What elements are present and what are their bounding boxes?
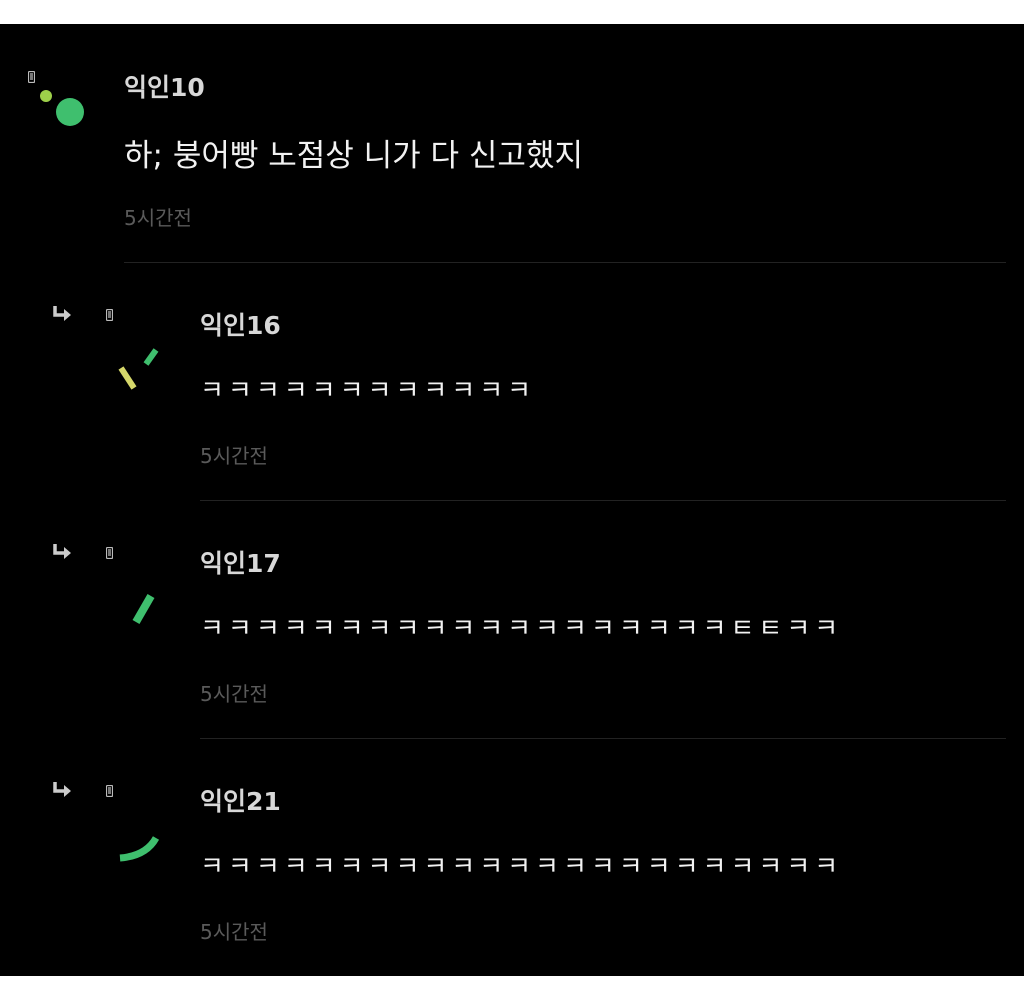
green-dash-avatar-icon — [118, 562, 168, 632]
phone-icon — [105, 782, 114, 798]
comment-time: 5시간전 — [200, 920, 268, 944]
phone-icon — [105, 306, 114, 322]
reply-arrow-icon — [52, 780, 74, 800]
comment-time: 5시간전 — [200, 444, 268, 468]
divider — [200, 500, 1006, 501]
comment-item: 익인10 하; 붕어빵 노점상 니가 다 신고했지 5시간전 — [0, 24, 1024, 264]
comment-author[interactable]: 익인21 — [200, 782, 281, 818]
reply-arrow-icon — [52, 542, 74, 562]
reply-item: 익인16 ㅋㅋㅋㅋㅋㅋㅋㅋㅋㅋㅋㅋ 5시간전 — [0, 264, 1024, 502]
comment-time: 5시간전 — [124, 206, 192, 230]
comment-text: 하; 붕어빵 노점상 니가 다 신고했지 — [124, 138, 583, 174]
reply-item: 익인21 ㅋㅋㅋㅋㅋㅋㅋㅋㅋㅋㅋㅋㅋㅋㅋㅋㅋㅋㅋㅋㅋㅋㅋ 5시간전 — [0, 740, 1024, 976]
phone-icon — [27, 68, 36, 84]
comment-author[interactable]: 익인10 — [124, 68, 205, 104]
reply-arrow-icon — [52, 304, 74, 324]
phone-icon — [105, 544, 114, 560]
divider — [124, 262, 1006, 263]
comment-text: ㅋㅋㅋㅋㅋㅋㅋㅋㅋㅋㅋㅋㅋㅋㅋㅋㅋㅋㅋㅋㅋㅋㅋ — [200, 852, 843, 882]
comment-author[interactable]: 익인16 — [200, 306, 281, 342]
green-dots-avatar-icon — [36, 86, 88, 130]
divider — [200, 738, 1006, 739]
green-yellow-dashes-avatar-icon — [112, 324, 164, 394]
comment-text: ㅋㅋㅋㅋㅋㅋㅋㅋㅋㅋㅋㅋㅋㅋㅋㅋㅋㅋㅋㅌㅌㅋㅋ — [200, 614, 843, 644]
comment-thread: 익인10 하; 붕어빵 노점상 니가 다 신고했지 5시간전 익인16 ㅋㅋㅋㅋ… — [0, 24, 1024, 976]
green-arc-avatar-icon — [112, 798, 168, 868]
comment-author[interactable]: 익인17 — [200, 544, 281, 580]
comment-text: ㅋㅋㅋㅋㅋㅋㅋㅋㅋㅋㅋㅋ — [200, 376, 536, 406]
comment-time: 5시간전 — [200, 682, 268, 706]
reply-item: 익인17 ㅋㅋㅋㅋㅋㅋㅋㅋㅋㅋㅋㅋㅋㅋㅋㅋㅋㅋㅋㅌㅌㅋㅋ 5시간전 — [0, 502, 1024, 740]
